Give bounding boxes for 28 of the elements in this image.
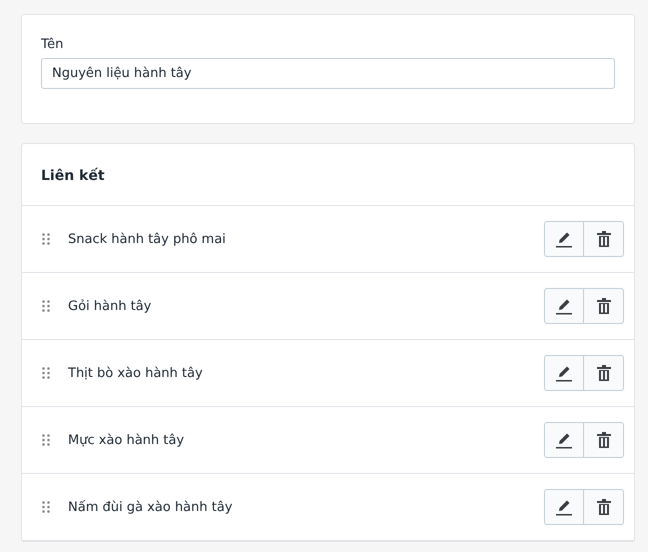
drag-handle-icon[interactable]: [42, 434, 50, 446]
link-name: Gỏi hành tây: [68, 298, 152, 314]
trash-icon: [596, 230, 612, 248]
delete-button[interactable]: [584, 221, 624, 257]
edit-button[interactable]: [544, 489, 584, 525]
edit-button[interactable]: [544, 355, 584, 391]
link-name: Thịt bò xào hành tây: [68, 366, 204, 380]
field-label: Tên: [41, 37, 64, 52]
trash-icon: [596, 364, 612, 382]
trash-icon: [596, 297, 612, 315]
name-input-field[interactable]: Nguyên liệu hành tây: [41, 58, 615, 89]
delete-button[interactable]: [584, 355, 624, 391]
section-title: Liên kết: [22, 144, 634, 206]
edit-button[interactable]: [544, 221, 584, 257]
drag-handle-icon[interactable]: [42, 501, 50, 513]
trash-icon: [596, 431, 612, 449]
delete-button[interactable]: [584, 489, 624, 525]
delete-button[interactable]: [584, 422, 624, 458]
edit-button[interactable]: [544, 288, 584, 324]
link-name: Mực xào hành tây: [68, 432, 186, 448]
drag-handle-icon[interactable]: [42, 367, 50, 379]
delete-button[interactable]: [584, 288, 624, 324]
edit-button[interactable]: [544, 422, 584, 458]
trash-icon: [596, 498, 612, 516]
drag-handle-icon[interactable]: [42, 233, 50, 245]
drag-handle-icon[interactable]: [42, 300, 50, 312]
link-name: Snack hành tây phô mai: [68, 232, 227, 246]
link-name: Nấm đùi gà xào hành tây: [68, 500, 234, 514]
